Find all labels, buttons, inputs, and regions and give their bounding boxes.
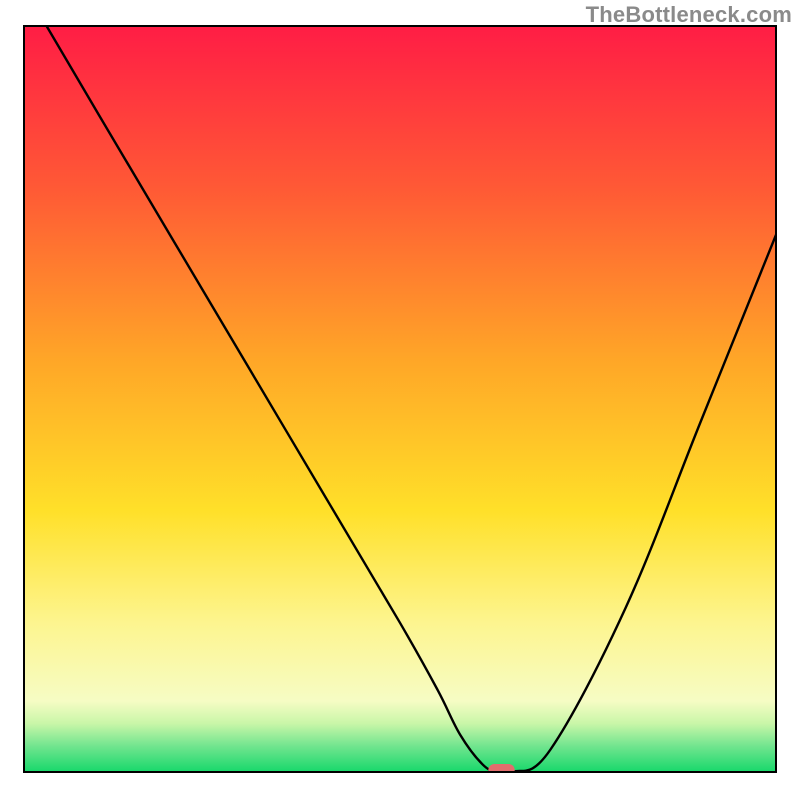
bottleneck-chart xyxy=(0,0,800,800)
plot-area xyxy=(24,26,776,776)
current-position-marker xyxy=(488,764,514,776)
chart-container: TheBottleneck.com xyxy=(0,0,800,800)
gradient-background xyxy=(24,26,776,772)
